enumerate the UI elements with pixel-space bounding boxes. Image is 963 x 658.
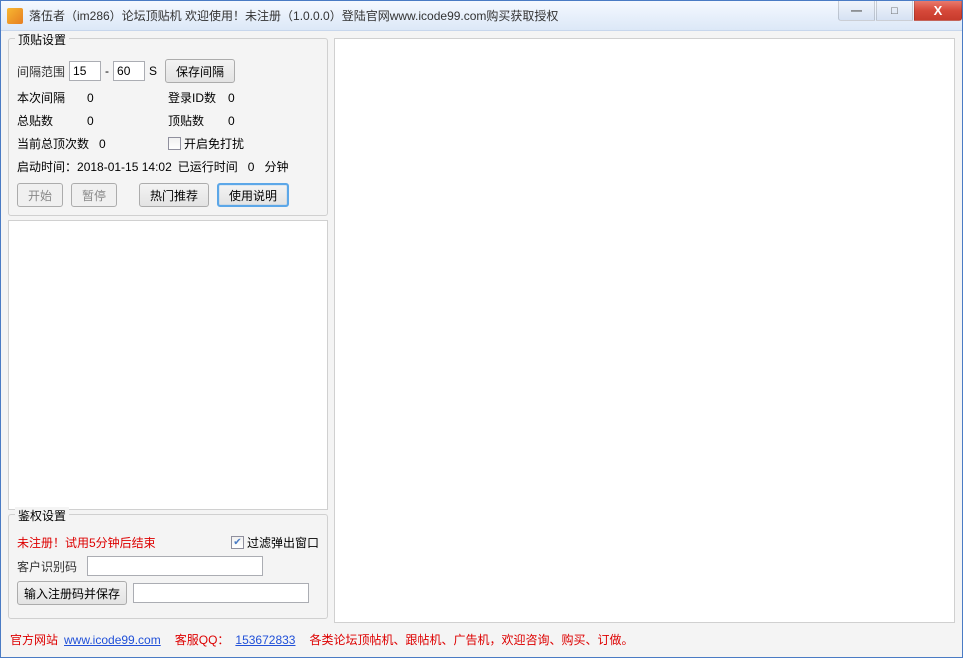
dnd-cell: 开启免打扰	[168, 135, 319, 152]
pause-button[interactable]: 暂停	[71, 183, 117, 207]
auth-group-title: 鉴权设置	[15, 507, 69, 524]
auth-group: 鉴权设置 未注册！试用5分钟后结束 ✔ 过滤弹出窗口 客户识别码	[8, 514, 328, 619]
filter-popup-checkbox[interactable]: ✔	[231, 536, 244, 549]
left-pane: 顶贴设置 间隔范围 - S 保存间隔 本次间隔 0	[8, 38, 328, 623]
interval-dash: -	[105, 64, 109, 78]
start-time-label: 启动时间：	[17, 158, 77, 175]
login-id-label: 登录ID数	[168, 89, 228, 106]
total-posts-label: 总贴数	[17, 112, 87, 129]
content-pane	[334, 38, 955, 623]
client-id-label: 客户识别码	[17, 558, 87, 575]
run-time-value: 0	[248, 160, 255, 174]
app-window: 落伍者（im286）论坛顶贴机 欢迎使用！未注册（1.0.0.0）登陆官网www…	[0, 0, 963, 658]
window-controls: — □ X	[838, 1, 962, 21]
save-interval-button[interactable]: 保存间隔	[165, 59, 235, 83]
footer-qq-label: 客服QQ：	[175, 631, 230, 648]
interval-label: 间隔范围	[17, 63, 65, 80]
dnd-checkbox[interactable]	[168, 137, 181, 150]
minutes-label: 分钟	[264, 158, 288, 175]
this-interval-cell: 本次间隔 0	[17, 89, 168, 106]
client-area: 顶贴设置 间隔范围 - S 保存间隔 本次间隔 0	[1, 31, 962, 657]
window-title: 落伍者（im286）论坛顶贴机 欢迎使用！未注册（1.0.0.0）登陆官网www…	[29, 7, 558, 24]
interval-row: 间隔范围 - S 保存间隔	[17, 59, 319, 83]
footer-qq-link[interactable]: 153672833	[235, 633, 295, 647]
log-list[interactable]	[8, 220, 328, 510]
row-stats-1: 本次间隔 0 登录ID数 0	[17, 89, 319, 106]
unregistered-msg: 未注册！试用5分钟后结束	[17, 534, 156, 551]
usage-button[interactable]: 使用说明	[217, 183, 289, 207]
current-top-value: 0	[99, 137, 106, 151]
maximize-button[interactable]: □	[876, 1, 913, 21]
total-posts-cell: 总贴数 0	[17, 112, 168, 129]
this-interval-label: 本次间隔	[17, 89, 87, 106]
reg-code-input[interactable]	[133, 583, 309, 603]
minimize-button[interactable]: —	[838, 1, 875, 21]
current-top-cell: 当前总顶次数 0	[17, 135, 168, 152]
settings-group-title: 顶贴设置	[15, 31, 69, 48]
row-stats-2: 总贴数 0 顶贴数 0	[17, 112, 319, 129]
top-posts-value: 0	[228, 114, 235, 128]
action-buttons: 开始 暂停 热门推荐 使用说明	[17, 183, 319, 207]
start-time-value: 2018-01-15 14:02	[77, 160, 172, 174]
footer: 官方网站 www.icode99.com 客服QQ： 153672833 各类论…	[8, 627, 955, 650]
main-row: 顶贴设置 间隔范围 - S 保存间隔 本次间隔 0	[8, 38, 955, 623]
footer-tail: 各类论坛顶帖机、跟帖机、广告机，欢迎咨询、购买、订做。	[309, 631, 633, 648]
enter-reg-button[interactable]: 输入注册码并保存	[17, 581, 127, 605]
row-stats-3: 当前总顶次数 0 开启免打扰	[17, 135, 319, 152]
login-id-value: 0	[228, 91, 235, 105]
filter-popup-wrap: ✔ 过滤弹出窗口	[231, 534, 319, 551]
close-button[interactable]: X	[914, 1, 962, 21]
footer-site-link[interactable]: www.icode99.com	[64, 633, 161, 647]
app-icon	[7, 8, 23, 24]
filter-popup-label: 过滤弹出窗口	[247, 534, 319, 551]
top-posts-cell: 顶贴数 0	[168, 112, 319, 129]
interval-min-input[interactable]	[69, 61, 101, 81]
client-id-row: 客户识别码	[17, 556, 319, 576]
current-top-label: 当前总顶次数	[17, 135, 99, 152]
client-id-input[interactable]	[87, 556, 263, 576]
runtime-row: 启动时间： 2018-01-15 14:02 已运行时间 0 分钟	[17, 158, 319, 175]
titlebar[interactable]: 落伍者（im286）论坛顶贴机 欢迎使用！未注册（1.0.0.0）登陆官网www…	[1, 1, 962, 31]
top-posts-label: 顶贴数	[168, 112, 228, 129]
login-id-cell: 登录ID数 0	[168, 89, 319, 106]
run-time-label: 已运行时间	[178, 158, 238, 175]
interval-max-input[interactable]	[113, 61, 145, 81]
this-interval-value: 0	[87, 91, 94, 105]
dnd-label: 开启免打扰	[184, 135, 244, 152]
footer-site-label: 官方网站	[10, 631, 58, 648]
reg-row: 输入注册码并保存	[17, 581, 319, 605]
interval-unit: S	[149, 64, 157, 78]
total-posts-value: 0	[87, 114, 94, 128]
hot-recommend-button[interactable]: 热门推荐	[139, 183, 209, 207]
start-button[interactable]: 开始	[17, 183, 63, 207]
unregistered-row: 未注册！试用5分钟后结束 ✔ 过滤弹出窗口	[17, 534, 319, 551]
settings-group: 顶贴设置 间隔范围 - S 保存间隔 本次间隔 0	[8, 38, 328, 216]
